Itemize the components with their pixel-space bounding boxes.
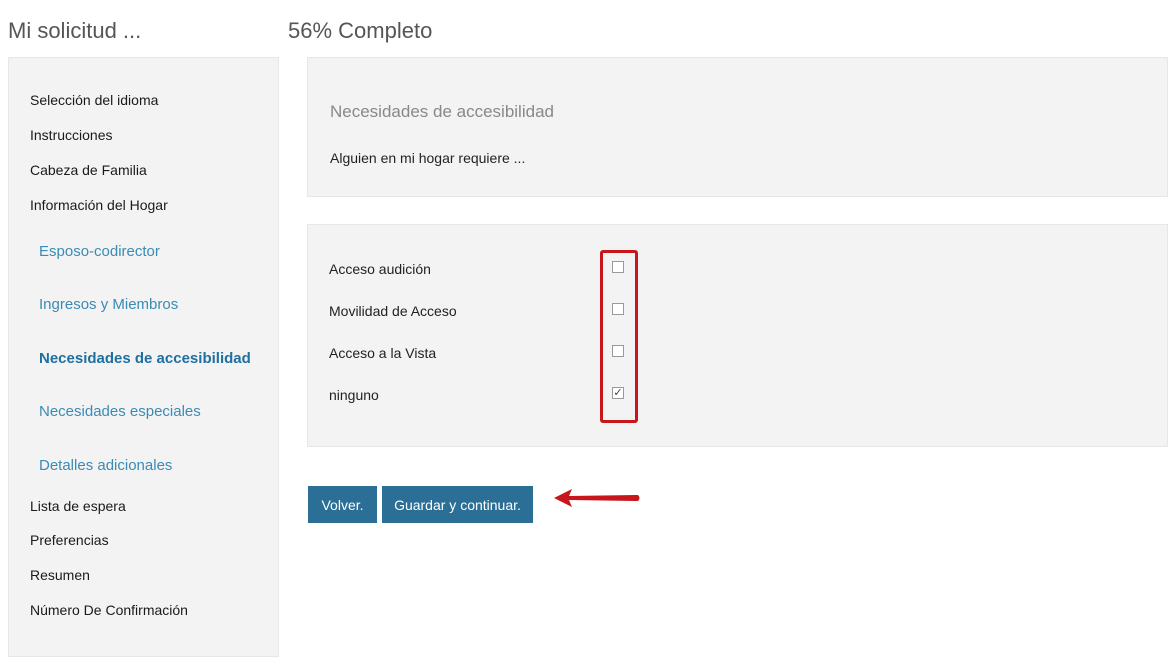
back-button[interactable]: Volver. — [308, 486, 377, 523]
sidebar-item-language[interactable]: Selección del idioma — [30, 92, 158, 108]
sidebar-item-accessibility-needs[interactable]: Necesidades de accesibilidad — [39, 350, 251, 367]
checkbox-highlight-box — [600, 250, 638, 423]
option-label: Acceso audición — [329, 261, 431, 277]
sidebar-item-preferences[interactable]: Preferencias — [30, 532, 109, 548]
option-label: Acceso a la Vista — [329, 345, 437, 361]
sidebar-item-head-of-household[interactable]: Cabeza de Familia — [30, 162, 147, 178]
section-subtitle: Alguien en mi hogar requiere ... — [330, 150, 526, 166]
sidebar-item-household-info[interactable]: Información del Hogar — [30, 197, 168, 213]
sidebar: Selección del idioma Instrucciones Cabez… — [8, 57, 279, 657]
section-header-panel: Necesidades de accesibilidad Alguien en … — [307, 57, 1168, 197]
sidebar-item-waitlist[interactable]: Lista de espera — [30, 498, 126, 514]
sidebar-item-income-members[interactable]: Ingresos y Miembros — [39, 296, 178, 313]
arrow-left-icon — [554, 489, 640, 507]
section-title: Necesidades de accesibilidad — [330, 102, 554, 121]
options-panel: Acceso audición Movilidad de Acceso Acce… — [307, 224, 1168, 447]
progress-text: 56% Completo — [288, 18, 433, 43]
save-continue-button[interactable]: Guardar y continuar. — [382, 486, 533, 523]
option-label: Movilidad de Acceso — [329, 303, 457, 319]
sidebar-item-confirmation-number[interactable]: Número De Confirmación — [30, 602, 188, 618]
sidebar-item-special-needs[interactable]: Necesidades especiales — [39, 403, 201, 420]
sidebar-item-spouse[interactable]: Esposo-codirector — [39, 243, 160, 260]
option-label: ninguno — [329, 387, 379, 403]
sidebar-item-summary[interactable]: Resumen — [30, 567, 90, 583]
sidebar-item-additional-details[interactable]: Detalles adicionales — [39, 457, 172, 474]
app-title: Mi solicitud ... — [8, 18, 142, 43]
sidebar-item-instructions[interactable]: Instrucciones — [30, 127, 112, 143]
